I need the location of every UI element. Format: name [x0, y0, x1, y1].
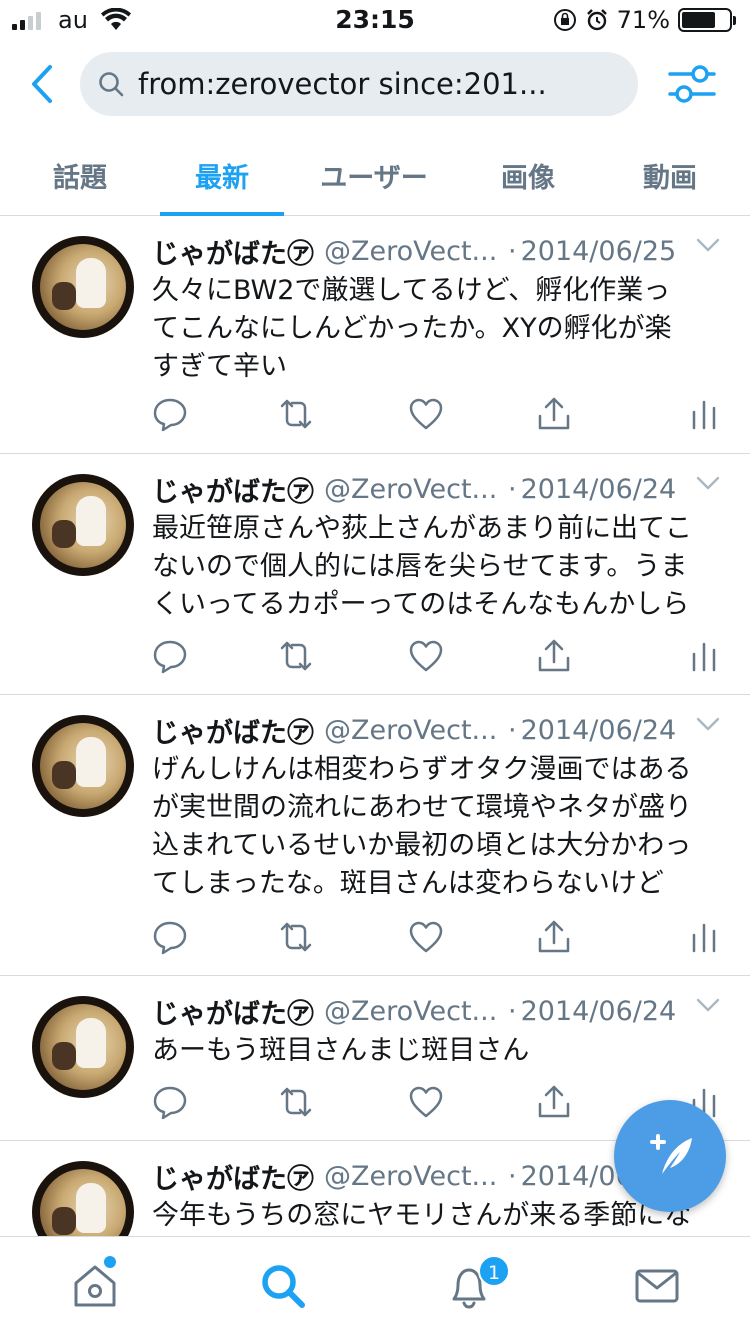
tweet-text-line: すぎて辛い — [152, 351, 287, 382]
reply-icon[interactable] — [152, 638, 188, 674]
tab-images[interactable]: 画像 — [464, 140, 592, 215]
author-name: じゃがばた㋐ — [152, 998, 314, 1030]
avatar[interactable] — [32, 236, 134, 338]
author-name: じゃがばた㋐ — [152, 238, 314, 270]
home-unread-dot — [104, 1256, 116, 1268]
tweet-text-line: 今年もうちの窓にヤモリさんが来る季節にな — [152, 1200, 692, 1231]
tab-latest[interactable]: 最新 — [160, 140, 284, 216]
alarm-icon — [586, 9, 607, 31]
status-bar: au 23:15 71% — [0, 0, 750, 40]
chevron-down-icon[interactable] — [696, 998, 720, 1012]
retweet-icon[interactable] — [278, 638, 314, 674]
author-name: じゃがばた㋐ — [152, 476, 314, 508]
reply-icon[interactable] — [152, 919, 188, 955]
separator-dot: · — [508, 714, 517, 746]
like-icon[interactable] — [408, 1084, 444, 1120]
search-tabs: 話題 最新 ユーザー 画像 動画 — [0, 140, 750, 216]
separator-dot: · — [508, 995, 517, 1027]
share-icon[interactable] — [536, 919, 572, 955]
messages-icon[interactable] — [632, 1261, 682, 1311]
tweet-text-line: 久々にBW2で厳選してるけど、孵化作業っ — [152, 275, 671, 306]
search-icon — [99, 72, 124, 97]
author-handle: @ZeroVect... — [324, 995, 498, 1027]
author-handle: @ZeroVect... — [324, 1160, 498, 1192]
orientation-lock-icon — [553, 9, 576, 31]
tweet-date: 2014/06/24 — [520, 473, 677, 505]
tweet-text-line: てしまったな。斑目さんは変わらないけど — [152, 868, 664, 899]
tweet-text-line: ないので個人的には唇を尖らせてます。うま — [152, 551, 688, 582]
tweet[interactable]: じゃがばた㋐ @ZeroVect... · 2014/06/24 げんしけんは相… — [0, 695, 750, 976]
share-icon[interactable] — [536, 638, 572, 674]
tweet-text-line: あーもう斑目さんまじ斑目さん — [152, 1035, 530, 1066]
filter-sliders-icon[interactable] — [666, 60, 718, 108]
tweet-header: じゃがばた㋐ @ZeroVect... · 2014/06/24 — [152, 992, 720, 1030]
bottom-tab-bar — [0, 1236, 750, 1334]
tab-topics[interactable]: 話題 — [0, 140, 160, 215]
tab-videos[interactable]: 動画 — [592, 140, 748, 215]
avatar[interactable] — [32, 715, 134, 817]
chevron-down-icon[interactable] — [696, 238, 720, 252]
tweet-text: げんしけんは相変わらずオタク漫画ではある が実世間の流れにあわせて環境やネタが盛り… — [152, 751, 722, 903]
tweet-date: 2014/06/25 — [520, 235, 677, 267]
tweet-text-line: てこんなにしんどかったか。XYの孵化が楽 — [152, 313, 672, 344]
tweet-text: 今年もうちの窓にヤモリさんが来る季節にな — [152, 1197, 722, 1235]
share-icon[interactable] — [536, 1084, 572, 1120]
search-tab-icon[interactable] — [258, 1261, 308, 1311]
battery-percent: 71% — [616, 6, 670, 34]
tweet-text: 最近笹原さんや荻上さんがあまり前に出てこ ないので個人的には唇を尖らせてます。うま… — [152, 510, 722, 624]
chevron-down-icon[interactable] — [696, 717, 720, 731]
tweet-text: あーもう斑目さんまじ斑目さん — [152, 1032, 722, 1070]
compose-button[interactable] — [614, 1100, 726, 1212]
back-button[interactable] — [22, 62, 62, 106]
tweet-text-line: 込まれているせいか最初の頃とは大分かわっ — [152, 830, 692, 861]
tweet-actions — [152, 638, 720, 678]
like-icon[interactable] — [408, 638, 444, 674]
analytics-icon[interactable] — [686, 396, 722, 432]
author-handle: @ZeroVect... — [324, 235, 498, 267]
back-chevron-icon — [32, 65, 52, 103]
tweet-date: 2014/06/24 — [520, 714, 677, 746]
tweet-header: じゃがばた㋐ @ZeroVect... · 2014/06/25 — [152, 232, 720, 270]
analytics-icon[interactable] — [686, 919, 722, 955]
notifications-badge: 1 — [478, 1255, 510, 1287]
tweet-text-line: 最近笹原さんや荻上さんがあまり前に出てこ — [152, 513, 692, 544]
search-query: from:zerovector since:201... — [138, 67, 547, 101]
tweet-actions — [152, 919, 720, 959]
tweet-actions — [152, 396, 720, 436]
compose-icon — [650, 1134, 692, 1174]
retweet-icon[interactable] — [278, 1084, 314, 1120]
tab-users[interactable]: ユーザー — [284, 140, 464, 215]
like-icon[interactable] — [408, 919, 444, 955]
avatar[interactable] — [32, 996, 134, 1098]
like-icon[interactable] — [408, 396, 444, 432]
retweet-icon[interactable] — [278, 396, 314, 432]
share-icon[interactable] — [536, 396, 572, 432]
tweet-text-line: げんしけんは相変わらずオタク漫画ではある — [152, 754, 692, 785]
reply-icon[interactable] — [152, 1084, 188, 1120]
separator-dot: · — [508, 1160, 517, 1192]
home-icon[interactable] — [70, 1261, 120, 1311]
chevron-down-icon[interactable] — [696, 476, 720, 490]
separator-dot: · — [508, 473, 517, 505]
author-name: じゃがばた㋐ — [152, 1163, 314, 1195]
tweet[interactable]: じゃがばた㋐ @ZeroVect... · 2014/06/25 久々にBW2で… — [0, 216, 750, 454]
analytics-icon[interactable] — [686, 638, 722, 674]
author-name: じゃがばた㋐ — [152, 717, 314, 749]
reply-icon[interactable] — [152, 396, 188, 432]
search-input[interactable]: from:zerovector since:201... — [80, 52, 638, 116]
author-handle: @ZeroVect... — [324, 473, 498, 505]
author-handle: @ZeroVect... — [324, 714, 498, 746]
tweet-text: 久々にBW2で厳選してるけど、孵化作業っ てこんなにしんどかったか。XYの孵化が楽… — [152, 272, 722, 386]
tweet-date: 2014/06/24 — [520, 995, 677, 1027]
retweet-icon[interactable] — [278, 919, 314, 955]
battery-icon — [678, 8, 736, 32]
tweet-text-line: が実世間の流れにあわせて環境やネタが盛り — [152, 792, 692, 823]
tweet-text-line: くいってるカポーってのはそんなもんかしら — [152, 589, 690, 620]
avatar[interactable] — [32, 474, 134, 576]
tweet-header: じゃがばた㋐ @ZeroVect... · 2014/06/24 — [152, 470, 720, 508]
tweet-header: じゃがばた㋐ @ZeroVect... · 2014/06/24 — [152, 711, 720, 749]
separator-dot: · — [508, 235, 517, 267]
tweet[interactable]: じゃがばた㋐ @ZeroVect... · 2014/06/24 最近笹原さんや… — [0, 454, 750, 695]
